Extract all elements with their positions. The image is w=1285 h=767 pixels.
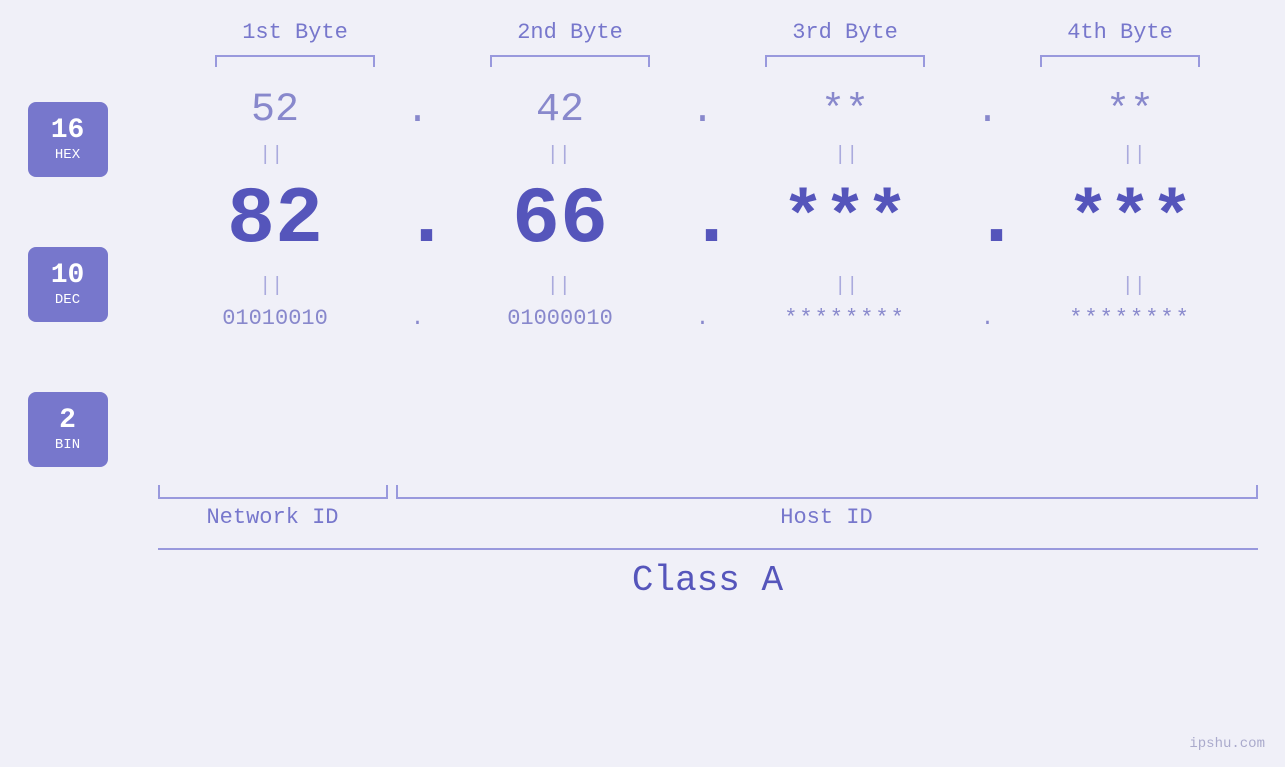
- hex-num: 16: [51, 116, 85, 147]
- hex-badge: 16 HEX: [28, 102, 108, 177]
- bin-sep2: .: [688, 306, 718, 331]
- spacer-1: [28, 187, 148, 247]
- bin-b2-cell: 01000010: [433, 306, 688, 331]
- hex-b3-cell: **: [718, 89, 973, 134]
- hex-b1-value: 52: [251, 73, 299, 138]
- byte2-header: 2nd Byte: [433, 20, 708, 45]
- hex-dot-1: .: [405, 89, 429, 134]
- bin-b1-cell: 01010010: [148, 306, 403, 331]
- bin-b4-cell: ********: [1003, 306, 1258, 331]
- bracket-line-2: [490, 55, 650, 67]
- dec-num: 10: [51, 261, 85, 292]
- hex-b1-cell: 52: [148, 87, 403, 135]
- dec-b1-cell: 82: [148, 181, 403, 261]
- watermark: ipshu.com: [1189, 736, 1265, 752]
- dec-sep3: .: [973, 175, 1003, 266]
- hex-sep1: .: [403, 89, 433, 134]
- hex-dot-3: .: [975, 89, 999, 134]
- hex-b4-cell: **: [1003, 89, 1258, 134]
- dec-b2-cell: 66: [433, 181, 688, 261]
- bin-badge: 2 BIN: [28, 392, 108, 467]
- bin-base: BIN: [55, 437, 80, 453]
- eq2-b1: ||: [148, 275, 396, 298]
- labels-column: 16 HEX 10 DEC 2 BIN: [28, 102, 148, 477]
- top-brackets: [158, 55, 1258, 67]
- bracket-cell-1: [158, 55, 433, 67]
- dec-b3-cell: ***: [718, 181, 973, 260]
- byte3-header: 3rd Byte: [708, 20, 983, 45]
- dec-b2-value: 66: [512, 165, 608, 276]
- dec-b1-value: 82: [227, 165, 323, 276]
- hex-b2-value: 42: [536, 73, 584, 138]
- byte-headers: 1st Byte 2nd Byte 3rd Byte 4th Byte: [158, 20, 1258, 45]
- dec-badge: 10 DEC: [28, 247, 108, 322]
- eq2-b2: ||: [435, 275, 683, 298]
- bin-b3-value: ********: [784, 306, 906, 331]
- bracket-line-1: [215, 55, 375, 67]
- bin-dot-1: .: [411, 306, 424, 331]
- main-container: 1st Byte 2nd Byte 3rd Byte 4th Byte 16 H…: [0, 0, 1285, 767]
- hex-sep3: .: [973, 89, 1003, 134]
- eq1-b2: ||: [435, 144, 683, 167]
- class-bracket-line: [158, 548, 1258, 550]
- dec-sep2: .: [688, 175, 718, 266]
- dec-b3-value: ***: [782, 181, 908, 260]
- bin-b2-value: 01000010: [507, 296, 613, 336]
- bin-num: 2: [59, 406, 76, 437]
- byte1-header: 1st Byte: [158, 20, 433, 45]
- hex-b3-value: **: [821, 89, 869, 134]
- eq1-b3: ||: [723, 144, 971, 167]
- dec-b4-cell: ***: [1003, 181, 1258, 260]
- hex-dot-2: .: [690, 89, 714, 134]
- bin-b1-value: 01010010: [222, 296, 328, 336]
- eq1-b4: ||: [1010, 144, 1258, 167]
- id-labels-row: Network ID Host ID: [158, 505, 1258, 530]
- dec-sep1: .: [403, 175, 433, 266]
- rows-section: 52 . 42 . ** . **: [148, 87, 1258, 331]
- host-bracket: [396, 485, 1258, 499]
- class-section: Class A: [158, 548, 1258, 601]
- hex-sep2: .: [688, 89, 718, 134]
- dec-b4-value: ***: [1067, 181, 1193, 260]
- bin-sep1: .: [403, 306, 433, 331]
- hex-data-row: 52 . 42 . ** . **: [148, 87, 1258, 135]
- bottom-brackets: [158, 485, 1258, 499]
- byte4-header: 4th Byte: [983, 20, 1258, 45]
- class-label: Class A: [158, 560, 1258, 601]
- main-content: 16 HEX 10 DEC 2 BIN 52 .: [28, 87, 1258, 477]
- host-id-label: Host ID: [396, 505, 1258, 530]
- bracket-cell-2: [433, 55, 708, 67]
- bin-sep3: .: [973, 306, 1003, 331]
- bracket-cell-4: [983, 55, 1258, 67]
- hex-base: HEX: [55, 147, 80, 163]
- eq2-b3: ||: [723, 275, 971, 298]
- eq2-b4: ||: [1010, 275, 1258, 298]
- bin-dot-2: .: [696, 306, 709, 331]
- bracket-line-4: [1040, 55, 1200, 67]
- bin-data-row: 01010010 . 01000010 . ******** .: [148, 306, 1258, 331]
- hex-b4-value: **: [1106, 89, 1154, 134]
- spacer-2: [28, 332, 148, 392]
- dec-base: DEC: [55, 292, 80, 308]
- bin-dot-3: .: [981, 306, 994, 331]
- eq1-b1: ||: [148, 144, 396, 167]
- bracket-cell-3: [708, 55, 983, 67]
- bracket-line-3: [765, 55, 925, 67]
- network-bracket: [158, 485, 388, 499]
- bin-b4-value: ********: [1069, 306, 1191, 331]
- dec-data-row: 82 . 66 . *** . ***: [148, 175, 1258, 266]
- hex-b2-cell: 42: [433, 87, 688, 135]
- network-id-label: Network ID: [158, 505, 388, 530]
- bin-b3-cell: ********: [718, 306, 973, 331]
